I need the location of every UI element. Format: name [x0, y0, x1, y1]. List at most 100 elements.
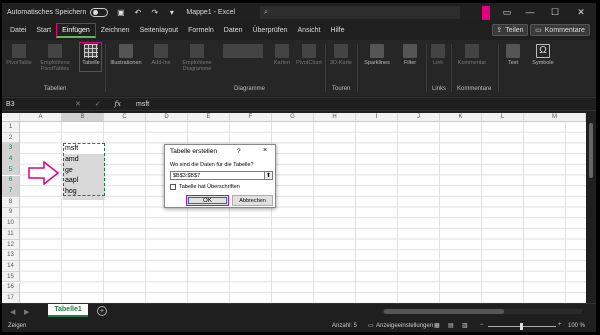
page-layout-view-icon[interactable]: ▤: [448, 322, 454, 329]
sheet-tab-tabelle1[interactable]: Tabelle1: [48, 304, 88, 317]
map3d-button[interactable]: 3D-Karte: [328, 44, 354, 66]
maps-button[interactable]: Karten: [270, 44, 294, 66]
comment-button[interactable]: Kommentar: [452, 44, 492, 66]
share-button[interactable]: ⇪ Teilen: [492, 24, 528, 36]
ok-button[interactable]: OK: [186, 195, 229, 206]
zoom-in-icon[interactable]: +: [558, 322, 562, 328]
page-break-view-icon[interactable]: ▥: [462, 322, 468, 329]
recommended-pivottables-button[interactable]: Empfohlene PivotTables: [32, 44, 78, 72]
spreadsheet-grid[interactable]: A B C D E F G H I J K L M 1 2 3 4 5 6 7 …: [2, 113, 586, 303]
next-sheet-icon[interactable]: ▶: [24, 308, 29, 316]
column-header[interactable]: I: [356, 113, 398, 122]
text-button[interactable]: Text: [502, 44, 524, 66]
symbols-button[interactable]: Ω Symbole: [528, 44, 558, 66]
search-box[interactable]: ⌕: [260, 6, 460, 19]
recommended-charts-label: Empfohlene Diagramme: [182, 60, 212, 72]
close-icon[interactable]: ×: [263, 147, 267, 154]
tab-seitenlayout[interactable]: Seitenlayout: [135, 23, 184, 38]
tab-ueberpruefen[interactable]: Überprüfen: [247, 23, 292, 38]
row-header[interactable]: 16: [2, 282, 20, 294]
addins-button[interactable]: Add-Ins: [148, 44, 174, 66]
normal-view-icon[interactable]: ▦: [434, 322, 440, 329]
headers-checkbox-label[interactable]: Tabelle hat Überschriften: [179, 184, 240, 190]
tab-datei[interactable]: Datei: [5, 23, 31, 38]
column-header[interactable]: F: [230, 113, 272, 122]
enter-icon[interactable]: ✓: [95, 100, 101, 108]
tab-einfuegen[interactable]: Einfügen: [56, 23, 96, 38]
column-header[interactable]: M: [524, 113, 586, 122]
row-header[interactable]: 2: [2, 132, 20, 144]
row-header[interactable]: 17: [2, 293, 20, 303]
scroll-thumb[interactable]: [589, 123, 593, 178]
range-input[interactable]: $B$3:$B$7: [170, 171, 265, 180]
row-header[interactable]: 9: [2, 207, 20, 219]
link-button[interactable]: Link: [428, 44, 448, 66]
minimize-icon[interactable]: —: [517, 3, 543, 21]
formula-input[interactable]: msft: [128, 101, 149, 108]
row-header[interactable]: 13: [2, 250, 20, 262]
tab-daten[interactable]: Daten: [219, 23, 248, 38]
column-header[interactable]: C: [104, 113, 146, 122]
vertical-scrollbar[interactable]: [586, 113, 596, 303]
pivottable-button[interactable]: PivotTable: [6, 44, 32, 66]
maximize-icon[interactable]: ☐: [542, 3, 568, 21]
column-header[interactable]: A: [20, 113, 62, 122]
row-header[interactable]: 11: [2, 229, 20, 240]
column-header[interactable]: B: [62, 113, 104, 122]
headers-checkbox[interactable]: [170, 184, 176, 190]
autosave-toggle[interactable]: [90, 7, 109, 17]
column-header[interactable]: G: [272, 113, 314, 122]
pivotchart-button[interactable]: PivotChart: [294, 44, 324, 66]
row-header[interactable]: 6: [2, 175, 20, 187]
row-header[interactable]: 15: [2, 271, 20, 283]
tab-ansicht[interactable]: Ansicht: [293, 23, 326, 38]
tab-formeln[interactable]: Formeln: [183, 23, 219, 38]
help-icon[interactable]: ?: [237, 148, 241, 155]
tab-start[interactable]: Start: [31, 23, 56, 38]
cancel-icon[interactable]: ✕: [75, 100, 81, 108]
row-header[interactable]: 7: [2, 186, 20, 197]
column-header[interactable]: E: [188, 113, 230, 122]
profile-icon[interactable]: [482, 6, 490, 20]
name-box[interactable]: B3: [2, 98, 68, 110]
prev-sheet-icon[interactable]: ◀: [10, 308, 15, 316]
customize-qat-icon[interactable]: ▾: [167, 8, 176, 17]
save-icon[interactable]: ▣: [116, 8, 125, 17]
illustrations-button[interactable]: Illustrationen: [107, 44, 145, 66]
tab-zeichnen[interactable]: Zeichnen: [96, 23, 135, 38]
row-header[interactable]: 5: [2, 164, 20, 176]
row-header[interactable]: 8: [2, 196, 20, 208]
fx-icon[interactable]: fx: [114, 100, 121, 108]
zoom-slider-thumb[interactable]: [520, 323, 523, 330]
row-header[interactable]: 12: [2, 239, 20, 251]
sparklines-button[interactable]: Sparklines: [360, 44, 394, 66]
zoom-out-icon[interactable]: −: [480, 322, 484, 328]
filter-button[interactable]: Filter: [398, 44, 422, 66]
display-settings-icon[interactable]: ▭: [368, 322, 374, 329]
column-header[interactable]: J: [398, 113, 440, 122]
tab-hilfe[interactable]: Hilfe: [325, 23, 349, 38]
row-header[interactable]: 4: [2, 154, 20, 165]
collapse-range-icon[interactable]: ⬆: [264, 171, 273, 180]
column-header[interactable]: K: [440, 113, 482, 122]
row-header[interactable]: 10: [2, 218, 20, 229]
add-sheet-icon[interactable]: +: [97, 306, 107, 316]
row-header[interactable]: 3: [2, 143, 20, 155]
horizontal-scrollbar[interactable]: [382, 309, 582, 314]
cancel-button[interactable]: Abbrechen: [232, 195, 273, 206]
close-icon[interactable]: ✕: [568, 3, 594, 21]
column-header[interactable]: D: [146, 113, 188, 122]
undo-icon[interactable]: ↶: [133, 8, 142, 17]
display-settings[interactable]: Anzeigeeinstellungen: [376, 323, 433, 329]
column-header[interactable]: H: [314, 113, 356, 122]
comments-button[interactable]: ▭ Kommentare: [530, 24, 590, 36]
charts-gallery[interactable]: [218, 44, 268, 60]
row-header[interactable]: 1: [2, 122, 20, 133]
recommended-charts-button[interactable]: Empfohlene Diagramme: [178, 44, 216, 72]
redo-icon[interactable]: ↷: [150, 8, 159, 17]
scroll-thumb[interactable]: [384, 309, 504, 314]
column-header[interactable]: L: [482, 113, 524, 122]
select-all-corner[interactable]: [2, 113, 20, 122]
row-header[interactable]: 14: [2, 261, 20, 272]
zoom-level[interactable]: 100 %: [568, 323, 585, 329]
